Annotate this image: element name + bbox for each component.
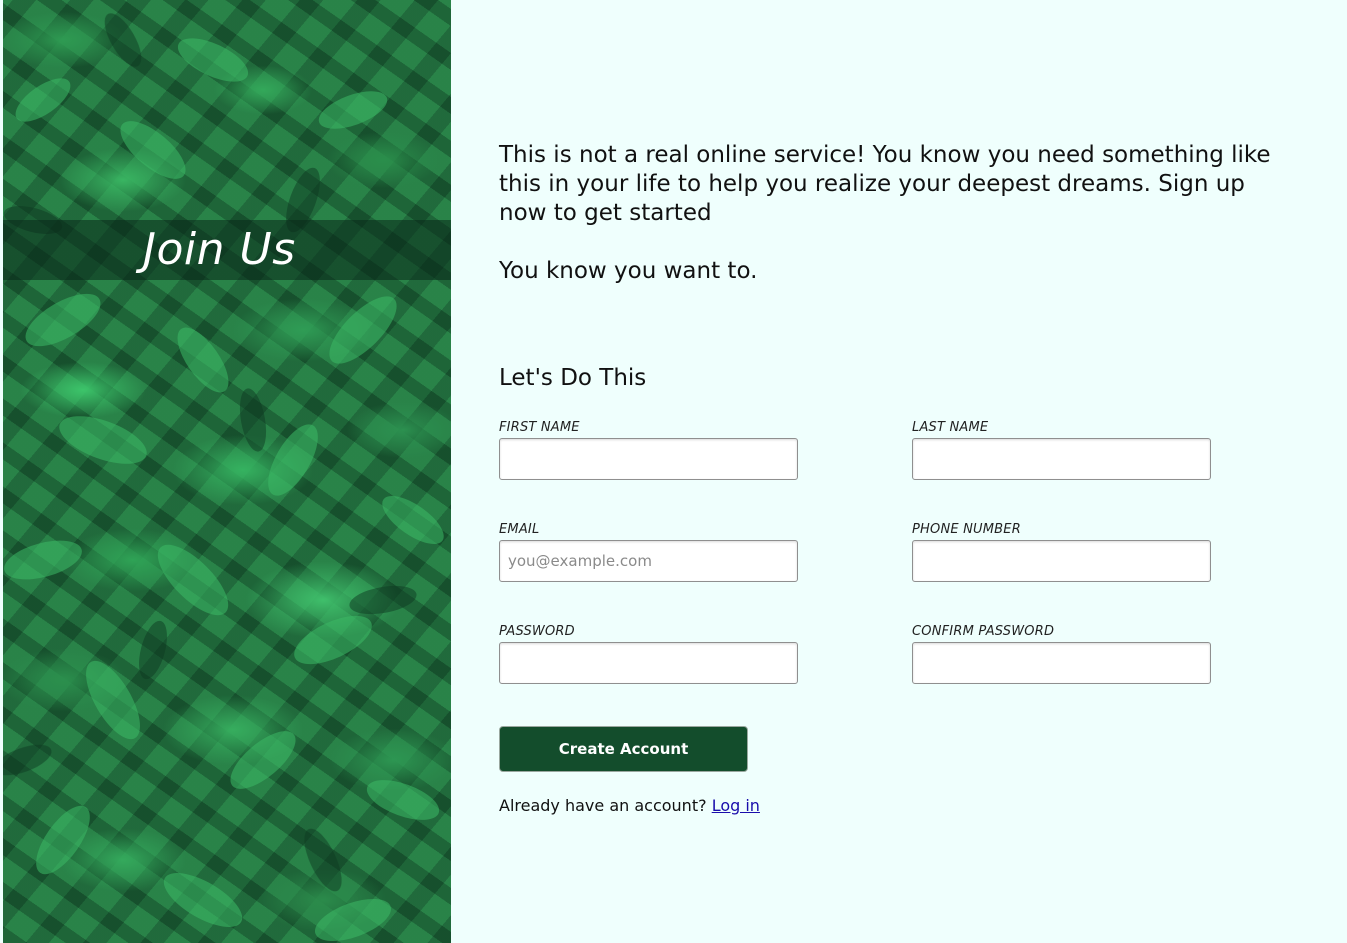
email-group: EMAIL xyxy=(499,522,799,582)
confirm-password-field[interactable] xyxy=(912,642,1211,684)
title-band: Join Us xyxy=(3,220,451,280)
login-link[interactable]: Log in xyxy=(712,796,760,815)
last-name-field[interactable] xyxy=(912,438,1211,480)
phone-group: PHONE NUMBER xyxy=(912,522,1212,582)
intro-tagline: You know you want to. xyxy=(499,258,758,284)
main-content: This is not a real online service! You k… xyxy=(451,0,1347,943)
password-label: PASSWORD xyxy=(499,624,575,639)
intro-paragraph: This is not a real online service! You k… xyxy=(499,142,1271,226)
sidebar-leaf-image: Join Us xyxy=(3,0,451,943)
email-field[interactable] xyxy=(499,540,798,582)
confirm-password-label: CONFIRM PASSWORD xyxy=(912,624,1055,639)
form-heading: Let's Do This xyxy=(499,365,647,391)
phone-label: PHONE NUMBER xyxy=(912,522,1021,537)
email-label: EMAIL xyxy=(499,522,540,537)
first-name-label: FIRST NAME xyxy=(499,420,580,435)
login-prompt-text: Already have an account? xyxy=(499,796,707,815)
first-name-field[interactable] xyxy=(499,438,798,480)
signup-page: Join Us This is not a real online servic… xyxy=(0,0,1347,943)
last-name-label: LAST NAME xyxy=(912,420,989,435)
phone-field[interactable] xyxy=(912,540,1211,582)
login-prompt: Already have an account? Log in xyxy=(499,796,760,815)
confirm-password-group: CONFIRM PASSWORD xyxy=(912,624,1212,684)
intro-text: This is not a real online service! You k… xyxy=(499,141,1279,286)
first-name-group: FIRST NAME xyxy=(499,420,799,480)
last-name-group: LAST NAME xyxy=(912,420,1212,480)
password-group: PASSWORD xyxy=(499,624,799,684)
leaf-pattern xyxy=(3,13,444,942)
password-field[interactable] xyxy=(499,642,798,684)
page-title: Join Us xyxy=(143,224,296,275)
create-account-button[interactable]: Create Account xyxy=(499,726,748,772)
